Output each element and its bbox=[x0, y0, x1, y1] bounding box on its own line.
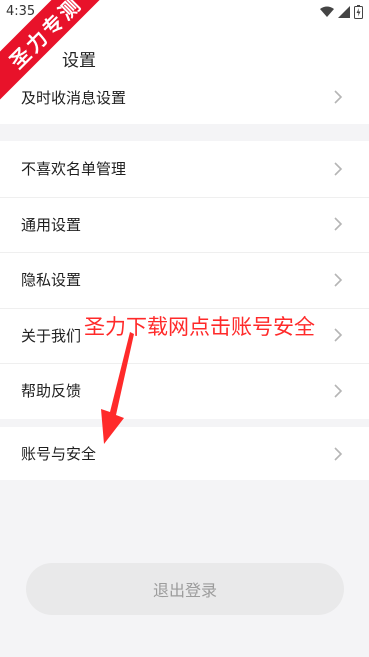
settings-item-label: 及时收消息设置 bbox=[21, 88, 127, 107]
settings-item-help-feedback[interactable]: 帮助反馈 bbox=[0, 363, 369, 419]
chevron-right-icon bbox=[334, 90, 343, 104]
settings-item-label: 账号与安全 bbox=[21, 445, 97, 463]
settings-item-general[interactable]: 通用设置 bbox=[0, 196, 369, 253]
chevron-right-icon bbox=[334, 162, 343, 176]
page-title: 设置 bbox=[62, 51, 96, 71]
system-icons bbox=[320, 5, 363, 19]
settings-item-dislike-list[interactable]: 不喜欢名单管理 bbox=[0, 141, 369, 197]
settings-item-label: 不喜欢名单管理 bbox=[21, 160, 127, 179]
settings-item-message-notify[interactable]: 及时收消息设置 bbox=[0, 70, 369, 124]
settings-item-privacy[interactable]: 隐私设置 bbox=[0, 252, 369, 308]
logout-button[interactable]: 退出登录 bbox=[26, 563, 344, 615]
annotation-arrow-icon bbox=[101, 332, 134, 444]
wifi-icon bbox=[320, 6, 334, 17]
chevron-right-icon bbox=[334, 273, 343, 287]
settings-item-label: 帮助反馈 bbox=[21, 382, 82, 401]
settings-item-label: 通用设置 bbox=[21, 215, 82, 234]
chevron-right-icon bbox=[334, 217, 343, 231]
chevron-right-icon bbox=[334, 446, 343, 461]
chevron-right-icon bbox=[334, 384, 343, 398]
settings-item-label: 隐私设置 bbox=[21, 271, 82, 290]
settings-group-general: 不喜欢名单管理 通用设置 隐私设置 关于我们 帮助反馈 bbox=[0, 141, 369, 419]
chevron-right-icon bbox=[334, 328, 343, 342]
settings-item-label: 关于我们 bbox=[21, 326, 82, 345]
settings-group-account: 账号与安全 bbox=[0, 427, 369, 480]
settings-item-account-security[interactable]: 账号与安全 bbox=[0, 427, 369, 480]
status-time: 4:35 bbox=[6, 4, 36, 19]
settings-group-notifications: 及时收消息设置 bbox=[0, 70, 369, 124]
battery-icon bbox=[354, 5, 363, 19]
signal-icon bbox=[338, 6, 350, 18]
